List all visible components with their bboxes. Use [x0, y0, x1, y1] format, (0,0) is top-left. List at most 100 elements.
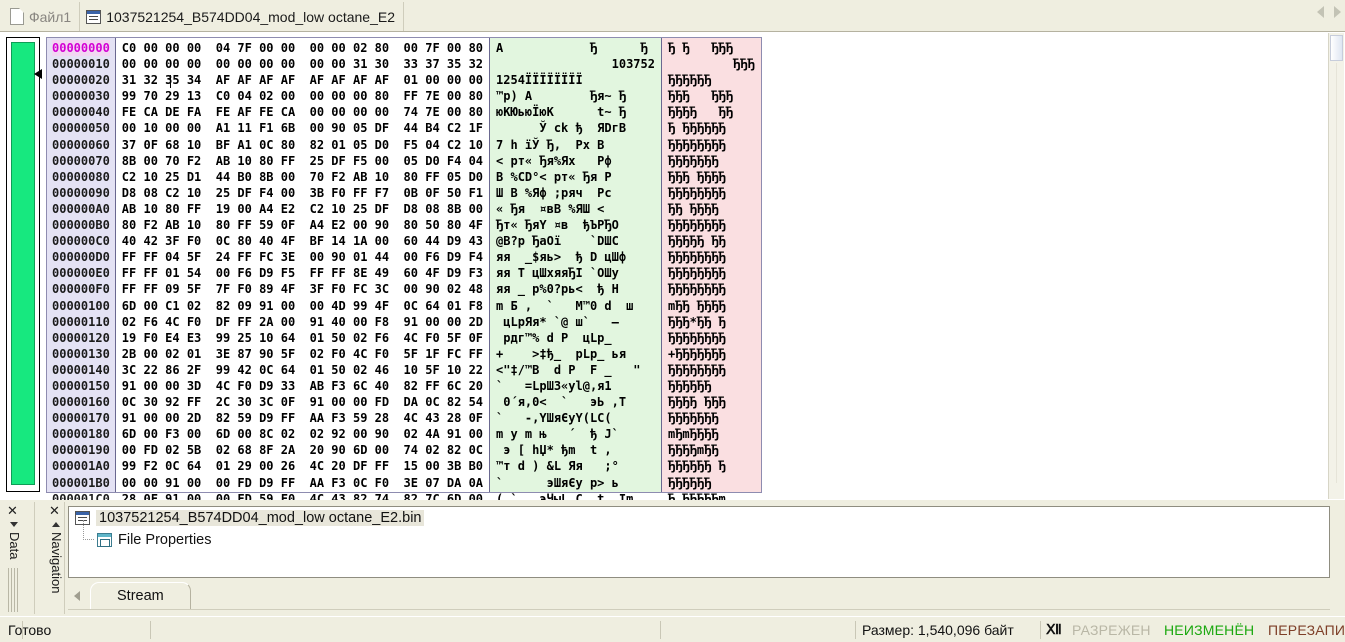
- secondary-text-row[interactable]: ЂЂЂЂЂЂЂЂ: [668, 362, 755, 378]
- hex-row[interactable]: 00 FD 02 5B 02 68 8F 2A 20 90 6D 00 74 0…: [122, 442, 483, 458]
- ascii-row[interactable]: яя _$яь> ђ D цШф: [496, 249, 655, 265]
- secondary-text-row[interactable]: mЂmЂЂЂЂ: [668, 426, 755, 442]
- ascii-row[interactable]: яя _ р%0?рь< ђ H: [496, 281, 655, 297]
- secondary-text-row[interactable]: ЂЂЂЂЂЂЂЂ: [668, 281, 755, 297]
- secondary-text-row[interactable]: ЂЂЂЂЂЂ: [668, 475, 755, 491]
- hex-row[interactable]: 31 32 35 34 AF AF AF AF AF AF AF AF 01 0…: [122, 72, 483, 88]
- hex-row[interactable]: 00 00 91 00 00 FD D9 FF AA F3 0C F0 3E 0…: [122, 475, 483, 491]
- insert-caret-icon[interactable]: Ⅻ: [1046, 620, 1062, 640]
- ascii-row[interactable]: рдг™% d P цLp_: [496, 330, 655, 346]
- ascii-row[interactable]: 1254ЇЇЇЇЇЇЇЇ: [496, 72, 655, 88]
- tree-item-file-properties[interactable]: File Properties: [69, 529, 1329, 551]
- hex-row[interactable]: 00 10 00 00 A1 11 F1 6B 00 90 05 DF 44 B…: [122, 120, 483, 136]
- ascii-row[interactable]: Ў ck ђ ЯDгB: [496, 120, 655, 136]
- ascii-row[interactable]: Ш B %Яф ;ряч Pc: [496, 185, 655, 201]
- ascii-row[interactable]: B %CD°< рт« Ђя Р: [496, 169, 655, 185]
- ascii-row[interactable]: ` =LpШ3«yl@,я1: [496, 378, 655, 394]
- secondary-text-row[interactable]: Ђ ЂЂЂЂЂЂ: [668, 120, 755, 136]
- hex-row[interactable]: 28 0F 91 00 00 FD 59 F0 4C 43 82 74 82 7…: [122, 491, 483, 500]
- hex-row[interactable]: 6D 00 C1 02 82 09 91 00 00 4D 99 4F 0C 6…: [122, 298, 483, 314]
- secondary-text-row[interactable]: ЂЂЂ*ЂЂ Ђ: [668, 314, 755, 330]
- secondary-text-row[interactable]: ЂЂЂ ЂЂЂЂ: [668, 169, 755, 185]
- secondary-text-row[interactable]: ЂЂЂЂЂЂЂЂ: [668, 185, 755, 201]
- hex-row[interactable]: 19 F0 E4 E3 99 25 10 64 01 50 02 F6 4C F…: [122, 330, 483, 346]
- ascii-row[interactable]: ` -,YШяЄyY(LC(: [496, 410, 655, 426]
- navigation-tree[interactable]: 1037521254_B574DD04_mod_low octane_E2.bi…: [68, 506, 1330, 578]
- ascii-row[interactable]: ™р) А Ђя~ Ђ: [496, 88, 655, 104]
- status-overwrite[interactable]: ПЕРЕЗАПИ: [1268, 620, 1345, 640]
- secondary-text-row[interactable]: ЂЂЂЂmЂЂ: [668, 442, 755, 458]
- secondary-text-row[interactable]: ЂЂЂЂЂЂЂЂ: [668, 217, 755, 233]
- tree-root-item[interactable]: 1037521254_B574DD04_mod_low octane_E2.bi…: [69, 507, 1329, 529]
- document-tab-active[interactable]: 1037521254_B574DD04_mod_low octane_E2: [80, 2, 404, 31]
- close-icon[interactable]: ✕: [7, 506, 18, 516]
- hex-row[interactable]: 3C 22 86 2F 99 42 0C 64 01 50 02 46 10 5…: [122, 362, 483, 378]
- secondary-text-row[interactable]: ЂЂЂЂЂЂЂЂ: [668, 137, 755, 153]
- ascii-row[interactable]: Ђт« ЂяY ¤в ђЪРЂO: [496, 217, 655, 233]
- ascii-row[interactable]: < рт« Ђя%Ях Рф: [496, 153, 655, 169]
- secondary-text-row[interactable]: ЂЂЂЂ ЂЂЂ: [668, 394, 755, 410]
- secondary-text-row[interactable]: ЂЂЂЂЂЂЂЂ: [668, 249, 755, 265]
- hex-row[interactable]: AB 10 80 FF 19 00 A4 E2 C2 10 25 DF D8 0…: [122, 201, 483, 217]
- ascii-row[interactable]: э [ hЏ* ђm t ,: [496, 442, 655, 458]
- ascii-column[interactable]: А Ђ Ђ 1037521254ЇЇЇЇЇЇЇЇ™р) А Ђя~ ЂюКЮью…: [490, 38, 662, 492]
- ascii-row[interactable]: <"‡/™B d P F _ ": [496, 362, 655, 378]
- secondary-text-row[interactable]: ЂЂЂЂЂЂ Ђ: [668, 458, 755, 474]
- hex-row[interactable]: 0C 30 92 FF 2C 30 3C 0F 91 00 00 FD DA 0…: [122, 394, 483, 410]
- hex-row[interactable]: 99 70 29 13 C0 04 02 00 00 00 00 80 FF 7…: [122, 88, 483, 104]
- hex-row[interactable]: 00 00 00 00 00 00 00 00 00 00 31 30 33 3…: [122, 56, 483, 72]
- chevron-right-icon[interactable]: [1334, 6, 1341, 18]
- hex-row[interactable]: 37 0F 68 10 BF A1 0C 80 82 01 05 D0 F5 0…: [122, 137, 483, 153]
- secondary-text-row[interactable]: ЂЂЂЂЂЂЂЂ: [668, 330, 755, 346]
- hex-row[interactable]: C2 10 25 D1 44 B0 8B 00 70 F2 AB 10 80 F…: [122, 169, 483, 185]
- secondary-text-row[interactable]: mЂЂ ЂЂЂЂ: [668, 298, 755, 314]
- hex-bytes-column[interactable]: C0 00 00 00 04 7F 00 00 00 00 02 80 00 7…: [116, 38, 490, 492]
- hex-row[interactable]: 02 F6 4C F0 DF FF 2A 00 91 40 00 F8 91 0…: [122, 314, 483, 330]
- data-map-bar[interactable]: [6, 37, 40, 492]
- ascii-row[interactable]: « Ђя ¤вB %ЯШ <: [496, 201, 655, 217]
- panel-grip[interactable]: [8, 568, 18, 612]
- secondary-text-row[interactable]: Ђ Ђ ЂЂЂ: [668, 40, 755, 56]
- ascii-row[interactable]: @B?p ЂаOї `DШC: [496, 233, 655, 249]
- secondary-text-row[interactable]: +ЂЂЂЂЂЂЂ: [668, 346, 755, 362]
- secondary-text-row[interactable]: ЂЂЂ: [668, 56, 755, 72]
- hex-row[interactable]: 99 F2 0C 64 01 29 00 26 4C 20 DF FF 15 0…: [122, 458, 483, 474]
- chevron-left-icon[interactable]: [1317, 6, 1324, 18]
- ascii-row[interactable]: 103752: [496, 56, 655, 72]
- ascii-row[interactable]: ( ` эЧыL C t Im: [496, 491, 655, 500]
- hex-row[interactable]: 8B 00 70 F2 AB 10 80 FF 25 DF F5 00 05 D…: [122, 153, 483, 169]
- hex-row[interactable]: D8 08 C2 10 25 DF F4 00 3B F0 FF F7 0B 0…: [122, 185, 483, 201]
- hex-row[interactable]: FF FF 04 5F 24 FF FC 3E 00 90 01 44 00 F…: [122, 249, 483, 265]
- hex-row[interactable]: FF FF 01 54 00 F6 D9 F5 FF FF 8E 49 60 4…: [122, 265, 483, 281]
- secondary-text-row[interactable]: ЂЂЂЂЂЂЂ: [668, 410, 755, 426]
- hex-grid[interactable]: 0000000000000010000000200000003000000040…: [46, 37, 762, 493]
- ascii-row[interactable]: ™т d ) &L Яя ;°: [496, 458, 655, 474]
- document-tab-file1[interactable]: Файл1: [4, 2, 80, 31]
- ascii-row[interactable]: m Б , ` M™0 d ш: [496, 298, 655, 314]
- secondary-text-row[interactable]: ЂЂЂЂЂЂЂЂ: [668, 265, 755, 281]
- ascii-row[interactable]: + >‡ђ_ pLp_ ья: [496, 346, 655, 362]
- chevron-up-icon[interactable]: [52, 522, 60, 527]
- hex-row[interactable]: 2B 00 02 01 3E 87 90 5F 02 F0 4C F0 5F 1…: [122, 346, 483, 362]
- navigation-panel-tab[interactable]: ✕ Navigation: [44, 502, 66, 614]
- secondary-text-row[interactable]: ЂЂЂЂЂЂЂ: [668, 153, 755, 169]
- ascii-row[interactable]: цLpЯя* `@ ш` –: [496, 314, 655, 330]
- hex-row[interactable]: 91 00 00 3D 4C F0 D9 33 AB F3 6C 40 82 F…: [122, 378, 483, 394]
- hex-row[interactable]: FF FF 09 5F 7F F0 89 4F 3F F0 FC 3C 00 9…: [122, 281, 483, 297]
- secondary-text-row[interactable]: ЂЂЂЂ ЂЂ: [668, 104, 755, 120]
- secondary-text-column[interactable]: Ђ Ђ ЂЂЂ ЂЂЂЂЂЂЂЂЂЂЂЂ ЂЂЂЂЂЂЂ ЂЂЂ ЂЂЂЂЂЂЂ…: [662, 38, 761, 492]
- hex-editor-pane[interactable]: 0000000000000010000000200000003000000040…: [0, 32, 1345, 500]
- tab-stream[interactable]: Stream: [90, 582, 191, 609]
- secondary-text-row[interactable]: ЂЂЂЂЂЂ: [668, 378, 755, 394]
- ascii-row[interactable]: ` эШяЄy p> ь: [496, 475, 655, 491]
- hex-row[interactable]: FE CA DE FA FE AF FE CA 00 00 00 00 74 7…: [122, 104, 483, 120]
- data-panel-tab[interactable]: ✕ Data: [2, 502, 24, 614]
- ascii-row[interactable]: 7 h їЎ Ђ, Px B: [496, 137, 655, 153]
- hex-row[interactable]: C0 00 00 00 04 7F 00 00 00 00 02 80 00 7…: [122, 40, 483, 56]
- editor-vertical-scrollbar[interactable]: [1328, 33, 1344, 499]
- close-icon[interactable]: ✕: [49, 506, 60, 516]
- hex-row[interactable]: 80 F2 AB 10 80 FF 59 0F A4 E2 00 90 80 5…: [122, 217, 483, 233]
- ascii-row[interactable]: m y m њ ´ ђ J`: [496, 426, 655, 442]
- hex-row[interactable]: 6D 00 F3 00 6D 00 8C 02 02 92 00 90 02 4…: [122, 426, 483, 442]
- ascii-row[interactable]: яя Т цШхяяЂI `OШy: [496, 265, 655, 281]
